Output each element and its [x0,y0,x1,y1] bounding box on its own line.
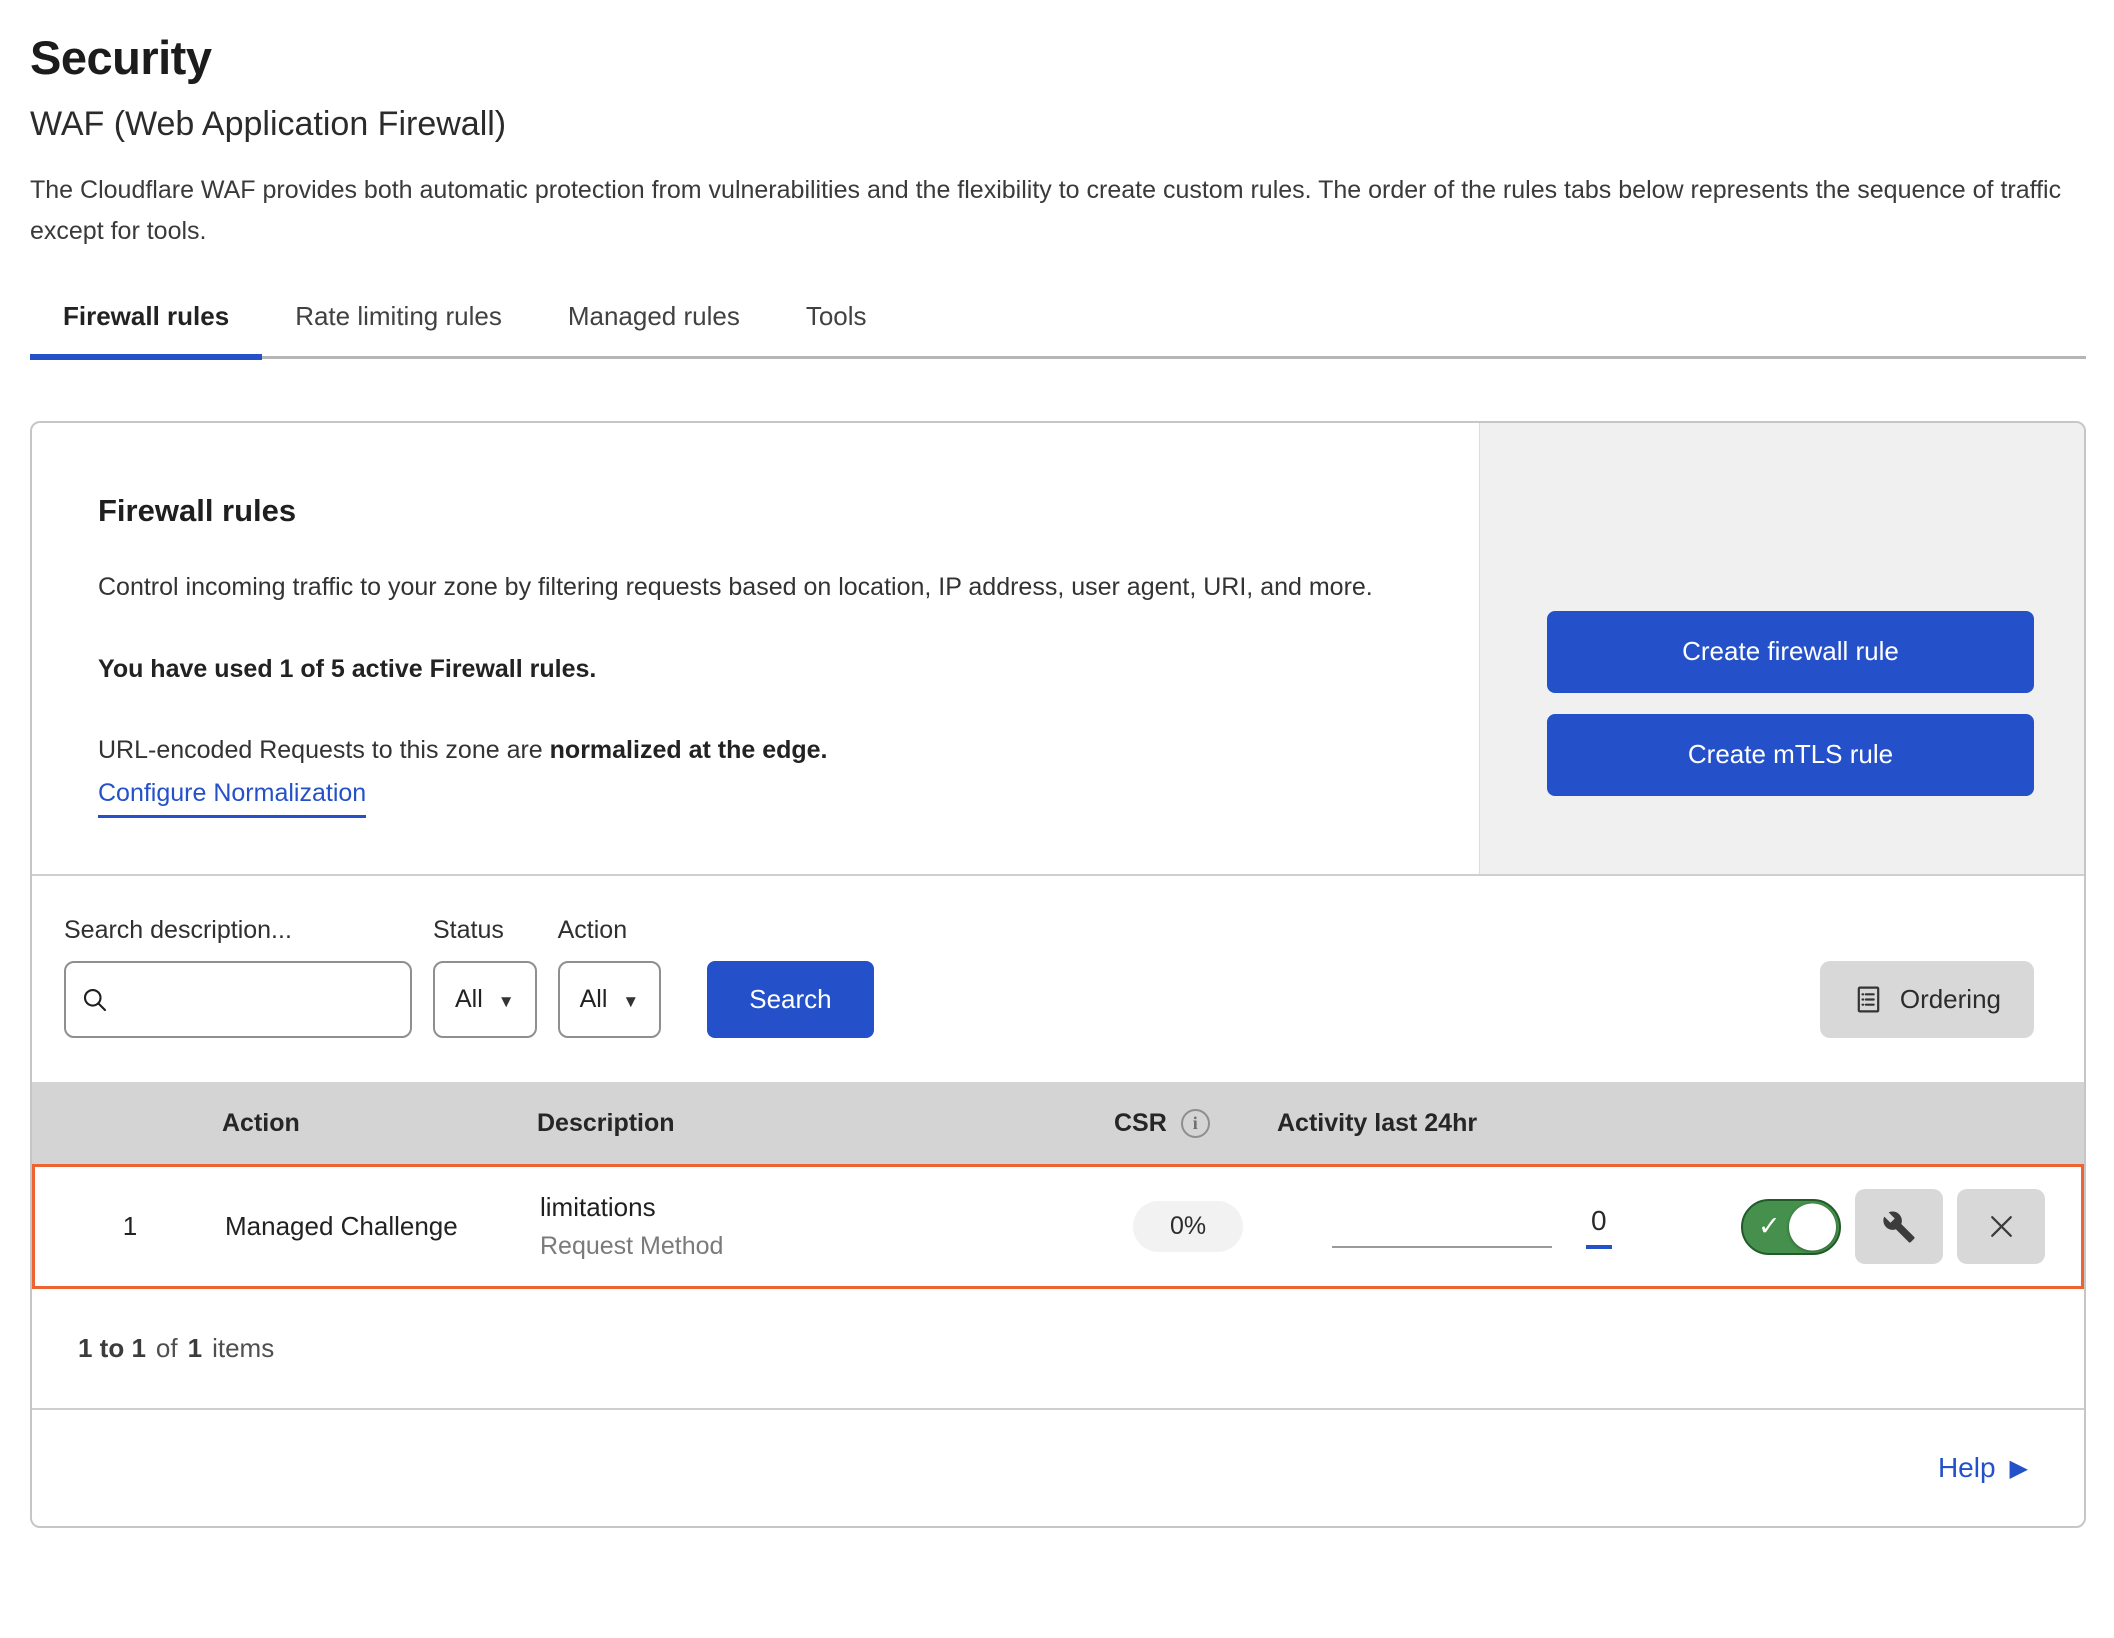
search-input-box [64,961,412,1038]
overview-description: Control incoming traffic to your zone by… [98,565,1388,610]
info-icon[interactable]: i [1181,1109,1210,1138]
rule-description: limitations [540,1192,1105,1223]
rule-action: Managed Challenge [225,1211,540,1242]
rule-enabled-toggle[interactable]: ✓ [1741,1199,1841,1255]
action-column-header: Action [222,1109,537,1138]
help-link[interactable]: Help ▶ [1938,1452,2028,1484]
create-firewall-rule-button[interactable]: Create firewall rule [1547,611,2034,693]
tab-firewall-rules[interactable]: Firewall rules [30,297,262,360]
search-icon [80,985,110,1015]
action-select[interactable]: All ▼ [558,961,662,1038]
summary-items: items [212,1333,274,1364]
action-field-group: Action All ▼ [558,916,662,1038]
search-field-label: Search description... [64,916,412,945]
summary-range: 1 to 1 [78,1333,146,1363]
delete-rule-button[interactable] [1957,1189,2045,1264]
csr-badge: 0% [1133,1201,1243,1252]
edit-rule-button[interactable] [1855,1189,1943,1264]
overview-heading: Firewall rules [98,493,1409,529]
table-header-row: Action Description CSR i Activity last 2… [32,1082,2084,1164]
tab-tools[interactable]: Tools [773,297,900,360]
rule-controls: ✓ [1695,1189,2081,1264]
status-field-label: Status [433,916,537,945]
action-select-value: All [580,985,608,1014]
normalization-bold: normalized at the edge. [550,736,828,764]
close-icon [1986,1211,2017,1242]
usage-summary: You have used 1 of 5 active Firewall rul… [98,655,1409,684]
actions-panel: Create firewall rule Create mTLS rule [1479,423,2084,875]
firewall-rules-card: Firewall rules Control incoming traffic … [30,421,2086,1529]
csr-header-label: CSR [1114,1109,1167,1138]
rule-priority: 1 [35,1211,225,1242]
ordering-button-label: Ordering [1900,984,2001,1015]
normalization-text: URL-encoded Requests to this zone are no… [98,736,1409,765]
wrench-icon [1882,1210,1916,1244]
summary-of: of [156,1333,178,1364]
page-subtitle: WAF (Web Application Firewall) [30,105,2086,144]
tab-managed-rules[interactable]: Managed rules [535,297,773,360]
ordering-button[interactable]: Ordering [1820,961,2034,1038]
card-footer: Help ▶ [32,1410,2084,1526]
rule-csr-cell: 0% [1105,1201,1280,1252]
rule-activity-cell: 0 [1280,1205,1695,1249]
filter-controls: Search description... Status [64,916,874,1038]
waf-tab-bar: Firewall rules Rate limiting rules Manag… [30,297,2086,359]
chevron-down-icon: ▼ [498,992,515,1012]
search-field-group: Search description... [64,916,412,1038]
activity-count-link[interactable]: 0 [1586,1205,1612,1249]
overview-section: Firewall rules Control incoming traffic … [32,423,2084,877]
create-mtls-rule-button[interactable]: Create mTLS rule [1547,714,2034,796]
csr-column-header: CSR i [1102,1109,1277,1138]
help-link-label: Help [1938,1452,1996,1484]
configure-normalization-link[interactable]: Configure Normalization [98,779,366,818]
status-field-group: Status All ▼ [433,916,537,1038]
action-field-label: Action [558,916,662,945]
rule-description-sub: Request Method [540,1232,1105,1261]
search-button[interactable]: Search [707,961,873,1038]
status-select[interactable]: All ▼ [433,961,537,1038]
description-column-header: Description [537,1109,1102,1138]
summary-total: 1 [188,1333,202,1363]
rule-description-cell: limitations Request Method [540,1192,1105,1261]
list-icon [1853,984,1884,1015]
pagination-summary: 1 to 1 of 1 items [32,1289,2084,1410]
activity-column-header: Activity last 24hr [1277,1109,1692,1138]
search-input[interactable] [118,984,396,1015]
page-description: The Cloudflare WAF provides both automat… [30,170,2086,251]
page-title: Security [30,30,2086,85]
table-row: 1 Managed Challenge limitations Request … [32,1164,2084,1289]
filter-section: Search description... Status [32,876,2084,1082]
check-icon: ✓ [1758,1210,1781,1241]
toggle-knob [1789,1203,1836,1250]
normalization-prefix: URL-encoded Requests to this zone are [98,736,550,764]
status-select-value: All [455,985,483,1014]
security-waf-page: Security WAF (Web Application Firewall) … [0,0,2114,1528]
arrow-right-icon: ▶ [2010,1454,2028,1483]
activity-sparkline [1332,1246,1552,1248]
chevron-down-icon: ▼ [622,992,639,1012]
overview-text-panel: Firewall rules Control incoming traffic … [32,423,1479,875]
tab-rate-limiting-rules[interactable]: Rate limiting rules [262,297,535,360]
